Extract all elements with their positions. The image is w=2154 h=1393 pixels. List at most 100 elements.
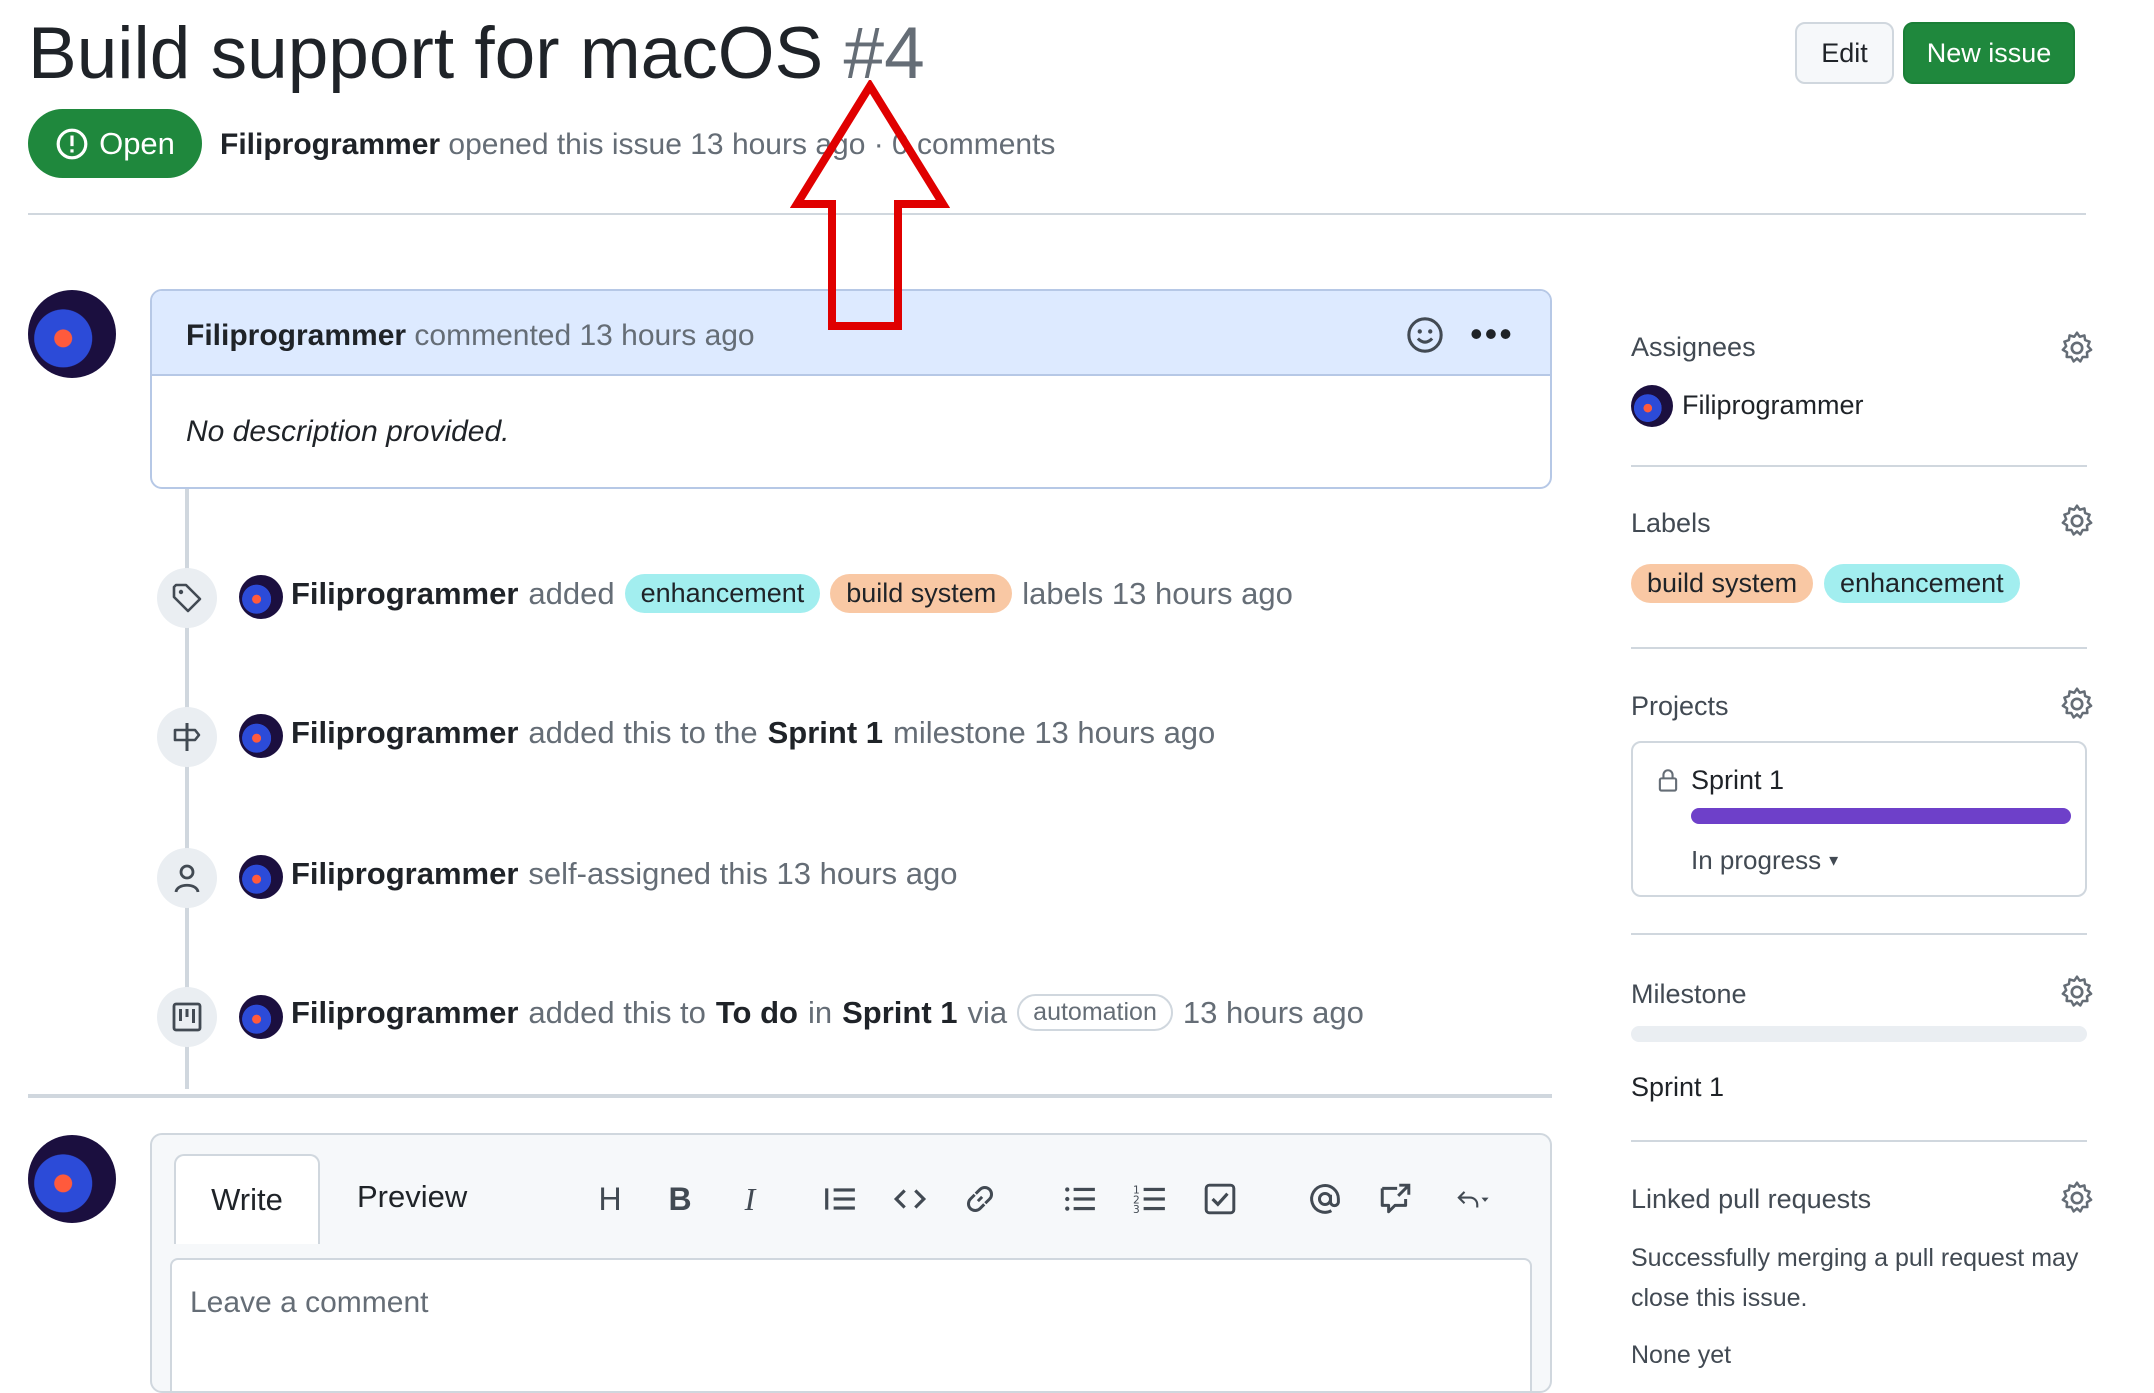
task-list-icon[interactable] — [1198, 1177, 1242, 1221]
milestone-heading[interactable]: Milestone — [1631, 979, 1747, 1010]
timeline-actor-avatar[interactable] — [239, 575, 283, 619]
linked-prs-gear-icon[interactable] — [2059, 1180, 2095, 1216]
assignee-avatar[interactable] — [1631, 385, 1673, 427]
timeline-actor-link[interactable]: Filiprogrammer — [291, 856, 518, 892]
comment-author-avatar[interactable] — [28, 290, 116, 378]
comment-body: No description provided. — [186, 415, 510, 448]
timeline-in: in — [807, 994, 833, 1030]
comment-action: commented 13 hours ago — [414, 319, 755, 352]
timeline-actor-link[interactable]: Filiprogrammer — [291, 576, 518, 612]
project-progress-bar — [1691, 808, 2071, 824]
labels-heading[interactable]: Labels — [1631, 508, 1711, 539]
linked-prs-empty: None yet — [1631, 1341, 1732, 1369]
issue-author-link[interactable]: Filiprogrammer — [220, 128, 440, 161]
timeline-action: added this to the — [528, 715, 758, 750]
quote-icon[interactable] — [818, 1177, 862, 1221]
automation-badge: automation — [1017, 994, 1173, 1031]
mention-icon[interactable] — [1303, 1177, 1347, 1221]
person-icon — [174, 864, 200, 893]
timeline-label-event-badge — [157, 568, 217, 628]
timeline-via: via — [967, 994, 1008, 1030]
issue-state-label: Open — [99, 125, 175, 161]
tab-preview[interactable]: Preview — [357, 1179, 467, 1215]
timeline-project-event: Filiprogrammer added this to To do in Sp… — [291, 994, 1364, 1031]
linked-prs-description: Successfully merging a pull request may … — [1631, 1244, 2079, 1312]
timeline-actor-link[interactable]: Filiprogrammer — [291, 715, 518, 751]
milestone-progress-bar — [1631, 1026, 2087, 1042]
sidebar-divider — [1631, 1140, 2087, 1142]
reply-icon[interactable] — [1443, 1177, 1503, 1221]
issue-meta-text: opened this issue 13 hours ago · 0 comme… — [448, 128, 1056, 161]
projects-heading[interactable]: Projects — [1631, 691, 1729, 722]
current-user-avatar — [28, 1135, 116, 1223]
assignees-heading[interactable]: Assignees — [1631, 332, 1756, 363]
timeline-milestone-event-badge — [157, 707, 217, 767]
cross-reference-icon[interactable] — [1373, 1177, 1417, 1221]
timeline-action: added — [528, 575, 615, 611]
comment-author-link[interactable]: Filiprogrammer — [186, 319, 406, 352]
milestone-gear-icon[interactable] — [2059, 974, 2095, 1010]
timeline-action: self-assigned this 13 hours ago — [528, 856, 958, 891]
project-status-dropdown[interactable]: In progress ▾ — [1691, 845, 1838, 876]
label-build-system[interactable]: build system — [830, 574, 1013, 613]
timeline-project-link[interactable]: Sprint 1 — [842, 995, 957, 1031]
svg-text:3: 3 — [1133, 1203, 1140, 1216]
timeline-time: 13 hours ago — [1182, 994, 1364, 1030]
timeline-actor-avatar[interactable] — [239, 714, 283, 758]
issue-opened-icon — [56, 128, 88, 159]
tag-icon — [172, 583, 202, 613]
new-issue-button[interactable]: New issue — [1903, 22, 2075, 84]
sidebar-divider — [1631, 647, 2087, 649]
label-enhancement[interactable]: enhancement — [624, 574, 821, 613]
assignees-gear-icon[interactable] — [2059, 330, 2095, 366]
timeline-assign-event: Filiprogrammer self-assigned this 13 hou… — [291, 856, 958, 892]
project-icon — [172, 1002, 202, 1032]
timeline-actor-link[interactable]: Filiprogrammer — [291, 995, 518, 1031]
add-reaction-icon[interactable] — [1406, 316, 1444, 354]
timeline-milestone-event: Filiprogrammer added this to the Sprint … — [291, 715, 1215, 751]
comment-placeholder: Leave a comment — [190, 1286, 429, 1319]
labels-gear-icon[interactable] — [2059, 503, 2095, 539]
edit-button[interactable]: Edit — [1795, 22, 1894, 84]
sidebar-divider — [1631, 933, 2087, 935]
issue-title-text: Build support for macOS — [28, 13, 824, 94]
project-status: In progress — [1691, 845, 1822, 875]
annotation-arrow-icon — [790, 80, 950, 330]
link-icon[interactable] — [958, 1177, 1002, 1221]
comment-textarea[interactable]: Leave a comment — [170, 1258, 1532, 1391]
timeline-label-event: Filiprogrammer added enhancement build s… — [291, 574, 1293, 613]
issue-state-badge: Open — [28, 109, 202, 178]
timeline-project-event-badge — [157, 987, 217, 1047]
italic-icon[interactable]: I — [728, 1177, 772, 1221]
timeline-assign-event-badge — [157, 848, 217, 908]
tab-write[interactable]: Write — [174, 1154, 320, 1244]
timeline-actor-avatar[interactable] — [239, 995, 283, 1039]
milestone-icon — [173, 723, 201, 751]
timeline-time: labels 13 hours ago — [1022, 575, 1293, 611]
project-name[interactable]: Sprint 1 — [1691, 765, 1784, 796]
comment-editor: Write Preview H B I 123 Leave a comment — [150, 1133, 1552, 1393]
project-card: Sprint 1 In progress ▾ — [1631, 741, 2087, 897]
sidebar-divider — [1631, 465, 2087, 467]
bold-icon[interactable]: B — [658, 1177, 702, 1221]
timeline-column-name: To do — [715, 994, 798, 1030]
numbered-list-icon[interactable]: 123 — [1128, 1177, 1172, 1221]
sidebar-label-enhancement[interactable]: enhancement — [1824, 564, 2020, 603]
timeline-milestone-link[interactable]: Sprint 1 — [768, 715, 883, 751]
milestone-name[interactable]: Sprint 1 — [1631, 1072, 1724, 1103]
linked-prs-heading[interactable]: Linked pull requests — [1631, 1184, 1871, 1215]
comment-options-icon[interactable]: ••• — [1470, 313, 1514, 355]
projects-gear-icon[interactable] — [2059, 686, 2095, 722]
assignee-name[interactable]: Filiprogrammer — [1682, 390, 1864, 421]
comment-header-text: Filiprogrammer commented 13 hours ago — [186, 319, 755, 353]
caret-down-icon: ▾ — [1829, 850, 1839, 870]
lock-icon — [1658, 769, 1678, 792]
timeline-divider — [28, 1094, 1552, 1098]
timeline-actor-avatar[interactable] — [239, 855, 283, 899]
sidebar-label-build-system[interactable]: build system — [1631, 564, 1814, 603]
header-divider — [28, 213, 2086, 215]
code-icon[interactable] — [888, 1177, 932, 1221]
bulleted-list-icon[interactable] — [1058, 1177, 1102, 1221]
timeline-time: milestone 13 hours ago — [893, 715, 1216, 750]
heading-icon[interactable]: H — [588, 1177, 632, 1221]
